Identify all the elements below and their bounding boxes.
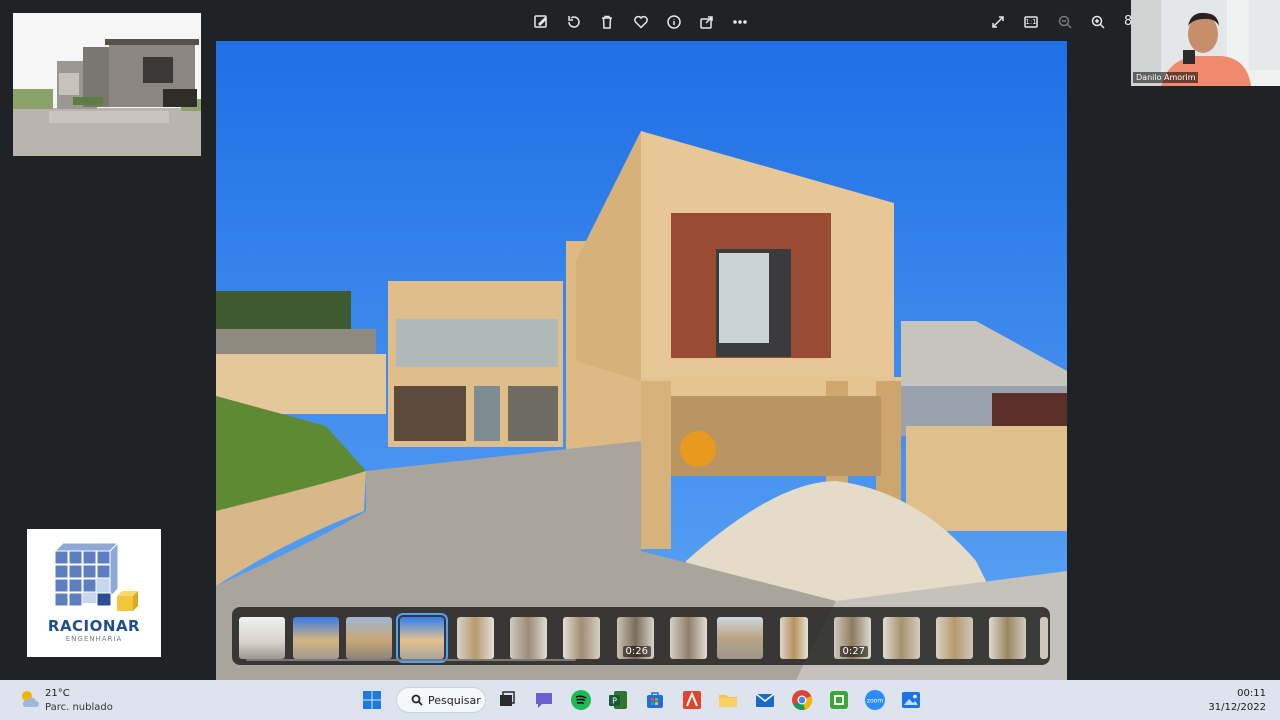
- autocad-icon[interactable]: [680, 688, 704, 712]
- more-icon[interactable]: [728, 10, 752, 34]
- camtasia-icon[interactable]: [827, 688, 851, 712]
- weather-icon: [22, 691, 39, 707]
- thumbnail-video[interactable]: 0:27: [834, 617, 871, 659]
- taskbar: 21°C Parc. nublado Pesquisar P zoom 00:1…: [0, 680, 1280, 720]
- photos-icon[interactable]: [899, 688, 923, 712]
- thumbnail[interactable]: [1040, 617, 1048, 659]
- house-render-image: [13, 13, 201, 156]
- expand-icon[interactable]: [986, 10, 1010, 34]
- teams-chat-icon[interactable]: [532, 688, 556, 712]
- clock-date: 31/12/2022: [1208, 702, 1266, 713]
- thumbnail-selected[interactable]: [396, 613, 448, 663]
- thumbnail[interactable]: [989, 617, 1026, 659]
- share-icon[interactable]: [695, 10, 719, 34]
- edit-image-icon[interactable]: [529, 10, 553, 34]
- info-icon[interactable]: [662, 10, 686, 34]
- thumbnail[interactable]: [239, 617, 285, 659]
- svg-text:P: P: [612, 697, 617, 706]
- logo-subtitle: ENGENHARIA: [65, 635, 123, 643]
- thumbnail-duration: 0:26: [622, 646, 651, 657]
- windows-start-icon[interactable]: [360, 688, 384, 712]
- filmstrip-scrollbar[interactable]: [246, 659, 576, 661]
- thumbnail[interactable]: [936, 617, 973, 659]
- participant-name: Danilo Amorim: [1133, 72, 1199, 83]
- zoom-out-icon[interactable]: [1053, 10, 1077, 34]
- thumbnail[interactable]: [457, 617, 494, 659]
- main-photo: [216, 41, 1067, 680]
- taskbar-clock[interactable]: 00:11 31/12/2022: [1208, 687, 1266, 715]
- screen: 1:1 8 RACIONAR ENGENHARIA Danilo Amorim …: [0, 0, 1280, 720]
- filmstrip: 0:26 0:27: [232, 607, 1050, 665]
- rotate-icon[interactable]: [562, 10, 586, 34]
- thumbnail[interactable]: [346, 617, 392, 659]
- zoom-in-icon[interactable]: [1086, 10, 1110, 34]
- project-icon[interactable]: P: [606, 688, 630, 712]
- logo-name: RACIONAR: [47, 617, 141, 635]
- task-view-icon[interactable]: [495, 688, 519, 712]
- taskbar-search[interactable]: Pesquisar: [396, 687, 486, 713]
- thumbnail[interactable]: [883, 617, 920, 659]
- thumbnail[interactable]: [293, 617, 339, 659]
- chrome-icon[interactable]: [790, 688, 814, 712]
- thumbnail[interactable]: [670, 617, 707, 659]
- webcam-video: Danilo Amorim: [1131, 0, 1280, 86]
- svg-text:zoom: zoom: [867, 698, 883, 705]
- thumbnail[interactable]: [563, 617, 600, 659]
- thumbnail[interactable]: [717, 617, 763, 659]
- weather-widget[interactable]: 21°C Parc. nublado: [18, 688, 113, 714]
- thumbnail-video[interactable]: 0:26: [617, 617, 654, 659]
- store-icon[interactable]: [643, 688, 667, 712]
- spotify-icon[interactable]: [569, 688, 593, 712]
- heart-icon[interactable]: [629, 10, 653, 34]
- actual-size-label: 1:1: [1025, 18, 1037, 26]
- zoom-icon[interactable]: zoom: [863, 688, 887, 712]
- clock-time: 00:11: [1237, 688, 1266, 699]
- search-label: Pesquisar: [428, 693, 481, 707]
- racionar-logo: RACIONAR ENGENHARIA: [27, 529, 161, 657]
- thumbnail[interactable]: [510, 617, 547, 659]
- actual-size-button[interactable]: 1:1: [1019, 10, 1043, 34]
- mail-icon[interactable]: [753, 688, 777, 712]
- search-icon: [411, 694, 423, 706]
- trash-icon[interactable]: [595, 10, 619, 34]
- weather-temp: 21°C: [45, 688, 70, 699]
- thumbnail[interactable]: [780, 617, 808, 659]
- file-explorer-icon[interactable]: [716, 688, 740, 712]
- weather-desc: Parc. nublado: [45, 702, 113, 713]
- thumbnail-duration: 0:27: [839, 646, 868, 657]
